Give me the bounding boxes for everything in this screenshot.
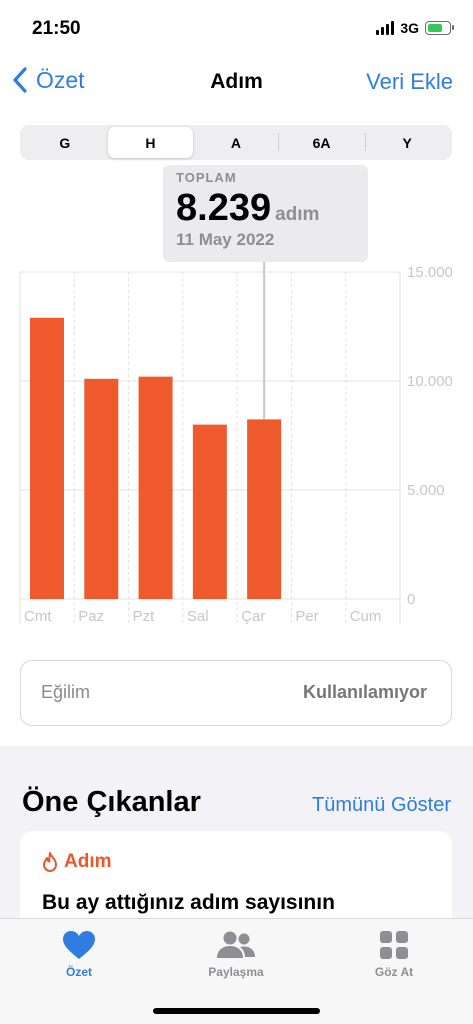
home-indicator [153, 1008, 320, 1014]
segment-divider [278, 133, 279, 151]
callout-unit: adım [275, 204, 320, 225]
signal-strength-icon [376, 21, 395, 35]
callout-total-value: 8.239 adım [176, 187, 320, 229]
x-tick-label: Per [295, 608, 318, 625]
bar-pzt[interactable] [138, 376, 173, 599]
y-tick-label: 5.000 [407, 482, 445, 499]
navigation-bar: Özet Adım Veri Ekle [0, 58, 473, 110]
network-type-label: 3G [400, 20, 419, 36]
x-tick-label: Cmt [24, 608, 52, 625]
battery-charging-icon [425, 21, 454, 35]
callout-date: 11 May 2022 [176, 230, 275, 249]
x-tick-label: Çar [241, 608, 265, 625]
tab-summary[interactable]: Özet [19, 929, 139, 979]
segment-year[interactable]: Y [364, 127, 450, 158]
heart-icon [63, 931, 95, 959]
highlights-title: Öne Çıkanlar [22, 786, 201, 818]
tab-summary-label: Özet [65, 965, 92, 979]
tab-browse-label: Göz At [374, 965, 414, 979]
segment-week[interactable]: H [107, 127, 194, 158]
trend-value: Kullanılamıyor [302, 682, 427, 702]
highlight-card-header: Adım [42, 851, 112, 873]
y-tick-label: 10.000 [407, 373, 453, 390]
grid-icon [380, 931, 408, 959]
x-tick-label: Pzt [133, 608, 156, 625]
x-tick-label: Sal [187, 608, 209, 625]
segment-six-months[interactable]: 6A [279, 127, 365, 158]
x-tick-label: Paz [78, 608, 104, 625]
y-tick-label: 15.000 [407, 264, 453, 281]
time-range-selector: G H A 6A Y [20, 125, 452, 160]
status-indicators: 3G [376, 20, 454, 36]
trend-label: Eğilim [41, 682, 91, 702]
flame-icon [43, 852, 57, 872]
segment-month[interactable]: A [193, 127, 279, 158]
callout-label: TOPLAM [176, 170, 237, 185]
bar-cmt[interactable] [30, 317, 64, 599]
show-all-link[interactable]: Tümünü Göster [312, 794, 451, 817]
status-bar: 21:50 3G [0, 0, 473, 58]
segment-divider [365, 133, 366, 151]
x-tick-label: Cum [350, 608, 382, 625]
tab-browse[interactable]: Göz At [334, 929, 454, 979]
tab-sharing[interactable]: Paylaşma [176, 929, 296, 979]
tab-sharing-label: Paylaşma [208, 965, 264, 979]
highlight-card-category: Adım [64, 851, 112, 872]
add-data-button[interactable]: Veri Ekle [366, 69, 453, 95]
bar-paz[interactable] [84, 378, 119, 599]
selection-callout: TOPLAM 8.239 adım 11 May 2022 [163, 165, 368, 262]
y-tick-label: 0 [407, 591, 415, 608]
people-icon [217, 931, 255, 958]
highlight-card-text: Bu ay attığınız adım sayısının [42, 891, 335, 914]
bar-sal[interactable] [192, 424, 227, 599]
bar-çar[interactable] [247, 419, 282, 599]
status-time: 21:50 [32, 18, 81, 39]
segment-day[interactable]: G [22, 127, 108, 158]
trend-row[interactable]: Eğilim Kullanılamıyor [20, 660, 452, 726]
